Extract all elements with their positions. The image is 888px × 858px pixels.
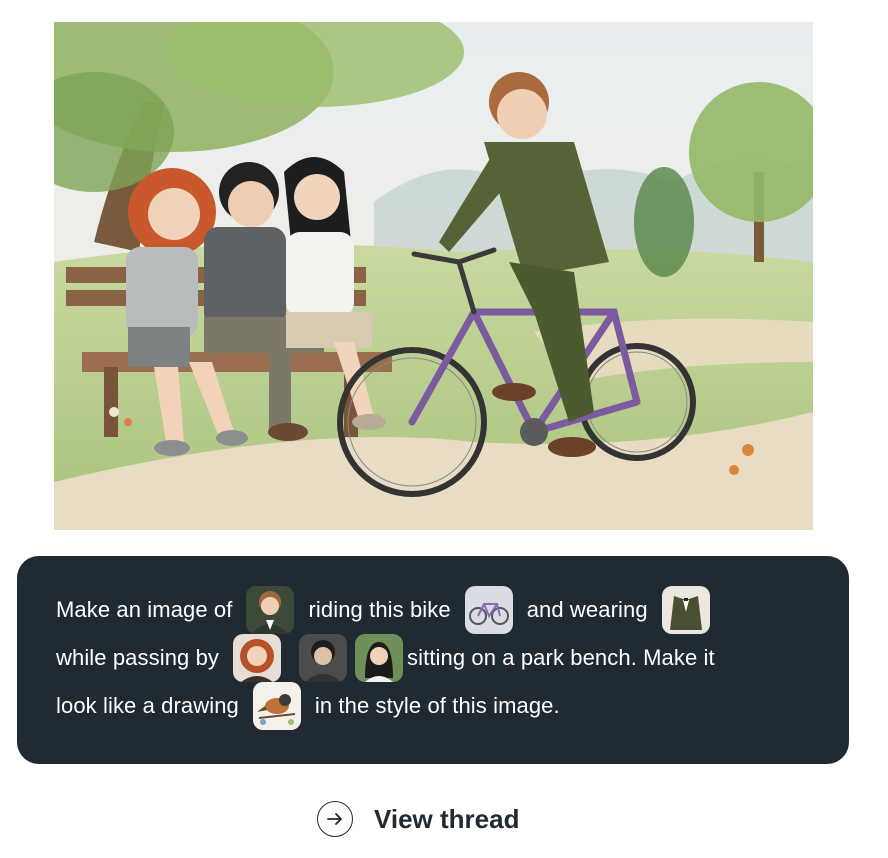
- prompt-text: sitting on a park bench. Make it: [407, 645, 715, 670]
- view-thread-link[interactable]: View thread: [317, 801, 519, 837]
- prompt-text: while passing by: [56, 645, 220, 670]
- prompt-text: in the style of this image.: [314, 693, 560, 718]
- prompt-line-2: while passing by sitting on a park bench…: [56, 634, 715, 682]
- dark-hair-boy-avatar[interactable]: [299, 634, 348, 682]
- bird-drawing-thumbnail[interactable]: [252, 682, 301, 730]
- bike-thumbnail[interactable]: [464, 586, 513, 634]
- prompt-line-1: Make an image of riding this bike and we…: [56, 586, 724, 634]
- prompt-line-3: look like a drawing in the style of this…: [56, 682, 560, 730]
- prompt-text: Make an image of: [56, 597, 233, 622]
- suit-thumbnail[interactable]: [661, 586, 710, 634]
- prompt-text: and wearing: [526, 597, 648, 622]
- prompt-card: Make an image of riding this bike and we…: [17, 556, 849, 764]
- prompt-text: riding this bike: [308, 597, 451, 622]
- arrow-right-icon[interactable]: [317, 801, 353, 837]
- person-boy-avatar[interactable]: [246, 586, 295, 634]
- view-thread-label[interactable]: View thread: [374, 804, 519, 835]
- illustration-canvas: [54, 22, 813, 530]
- redhead-girl-avatar[interactable]: [233, 634, 282, 682]
- prompt-text: look like a drawing: [56, 693, 239, 718]
- hero-illustration: [54, 22, 813, 530]
- smiling-girl-avatar[interactable]: [355, 634, 404, 682]
